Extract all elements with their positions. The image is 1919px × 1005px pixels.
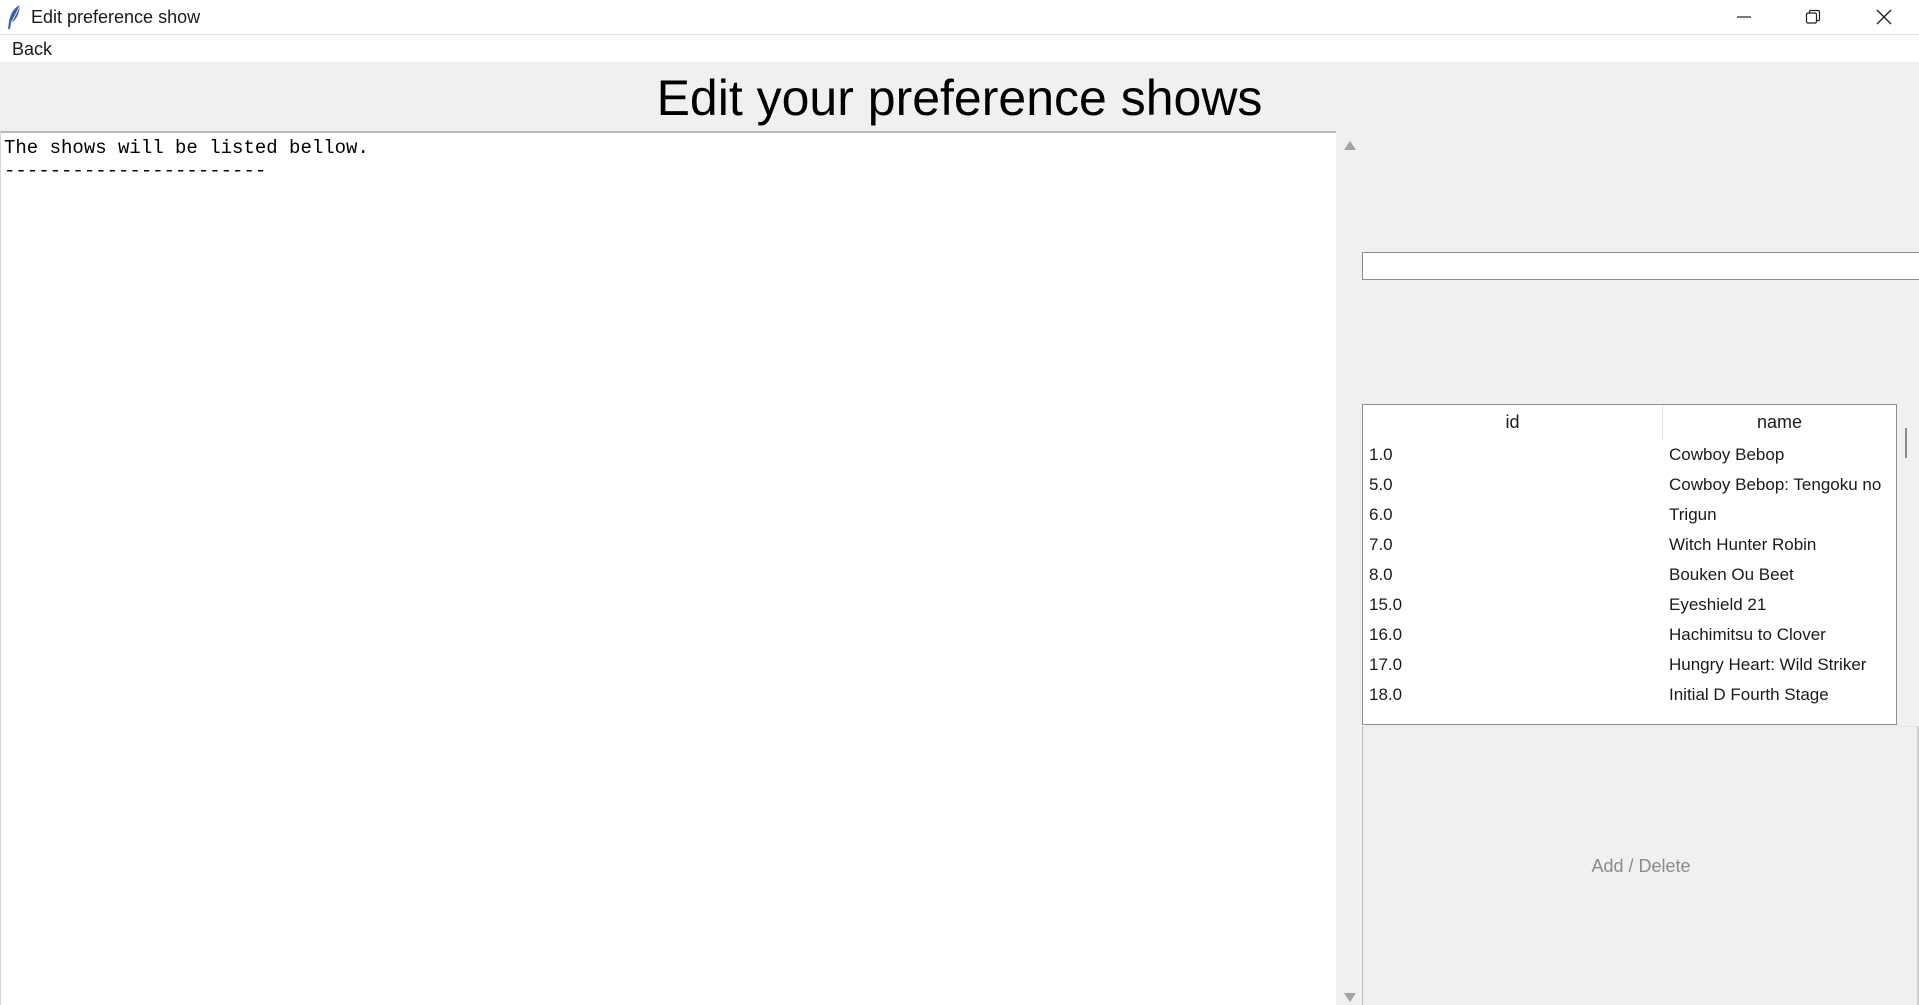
- table-scrollbar-thumb[interactable]: [1905, 428, 1907, 458]
- text-line: The shows will be listed bellow.: [4, 137, 369, 159]
- scroll-down-arrow-icon[interactable]: [1344, 993, 1356, 1002]
- cell-name: Bouken Ou Beet: [1669, 565, 1794, 584]
- restore-icon: [1805, 9, 1821, 24]
- text-area-scrollbar[interactable]: [1336, 131, 1364, 1005]
- table-row[interactable]: 5.0 Cowboy Bebop: Tengoku no: [1363, 470, 1896, 500]
- cell-id: 15.0: [1369, 595, 1403, 614]
- menu-back[interactable]: Back: [10, 39, 54, 60]
- feather-icon: [8, 4, 21, 29]
- close-icon: [1876, 9, 1892, 25]
- table-row[interactable]: 6.0 Trigun: [1363, 500, 1896, 530]
- menu-bar: Back: [0, 35, 1919, 62]
- cell-id: 18.0: [1369, 685, 1403, 704]
- cell-name: Initial D Fourth Stage: [1669, 685, 1829, 704]
- close-button[interactable]: [1849, 0, 1919, 34]
- table-row[interactable]: 17.0 Hungry Heart: Wild Striker: [1363, 650, 1896, 680]
- cell-id: 16.0: [1369, 625, 1403, 644]
- cell-id: 8.0: [1369, 565, 1393, 584]
- table-row[interactable]: 7.0 Witch Hunter Robin: [1363, 530, 1896, 560]
- minimize-icon: [1737, 16, 1751, 18]
- column-header-name[interactable]: name: [1663, 405, 1896, 440]
- column-header-id[interactable]: id: [1363, 405, 1663, 440]
- table-row[interactable]: 15.0 Eyeshield 21: [1363, 590, 1896, 620]
- add-delete-label: Add / Delete: [1591, 856, 1691, 876]
- cell-name: Witch Hunter Robin: [1669, 535, 1817, 554]
- text-line: -----------------------: [4, 160, 267, 182]
- table-row[interactable]: 8.0 Bouken Ou Beet: [1363, 560, 1896, 590]
- table-header: id name: [1363, 405, 1896, 440]
- cell-id: 1.0: [1369, 445, 1393, 464]
- add-delete-button[interactable]: Add / Delete: [1362, 726, 1919, 1005]
- table-row[interactable]: 1.0 Cowboy Bebop: [1363, 440, 1896, 470]
- show-search-input[interactable]: [1362, 252, 1919, 280]
- app-window: Edit preference show Back Edit your pref…: [0, 0, 1919, 1005]
- table-scrollbar[interactable]: [1897, 404, 1919, 725]
- scroll-up-arrow-icon[interactable]: [1344, 141, 1356, 150]
- cell-name: Hungry Heart: Wild Striker: [1669, 655, 1867, 674]
- cell-id: 7.0: [1369, 535, 1393, 554]
- window-title: Edit preference show: [31, 7, 201, 27]
- page-title: Edit your preference shows: [656, 70, 1263, 126]
- title-bar: Edit preference show: [0, 0, 1919, 35]
- cell-name: Trigun: [1669, 505, 1717, 524]
- cell-id: 5.0: [1369, 475, 1393, 494]
- shows-text-area[interactable]: The shows will be listed bellow. -------…: [0, 131, 1336, 1005]
- shows-table[interactable]: id name 1.0 Cowboy Bebop 5.0 Cowboy Bebo…: [1362, 404, 1897, 725]
- cell-id: 17.0: [1369, 655, 1403, 674]
- cell-name: Eyeshield 21: [1669, 595, 1767, 614]
- restore-button[interactable]: [1778, 0, 1848, 34]
- minimize-button[interactable]: [1709, 0, 1779, 34]
- table-row[interactable]: 18.0 Initial D Fourth Stage: [1363, 680, 1896, 710]
- cell-id: 6.0: [1369, 505, 1393, 524]
- cell-name: Cowboy Bebop: Tengoku no: [1669, 475, 1882, 494]
- cell-name: Hachimitsu to Clover: [1669, 625, 1826, 644]
- table-row[interactable]: 16.0 Hachimitsu to Clover: [1363, 620, 1896, 650]
- cell-name: Cowboy Bebop: [1669, 445, 1785, 464]
